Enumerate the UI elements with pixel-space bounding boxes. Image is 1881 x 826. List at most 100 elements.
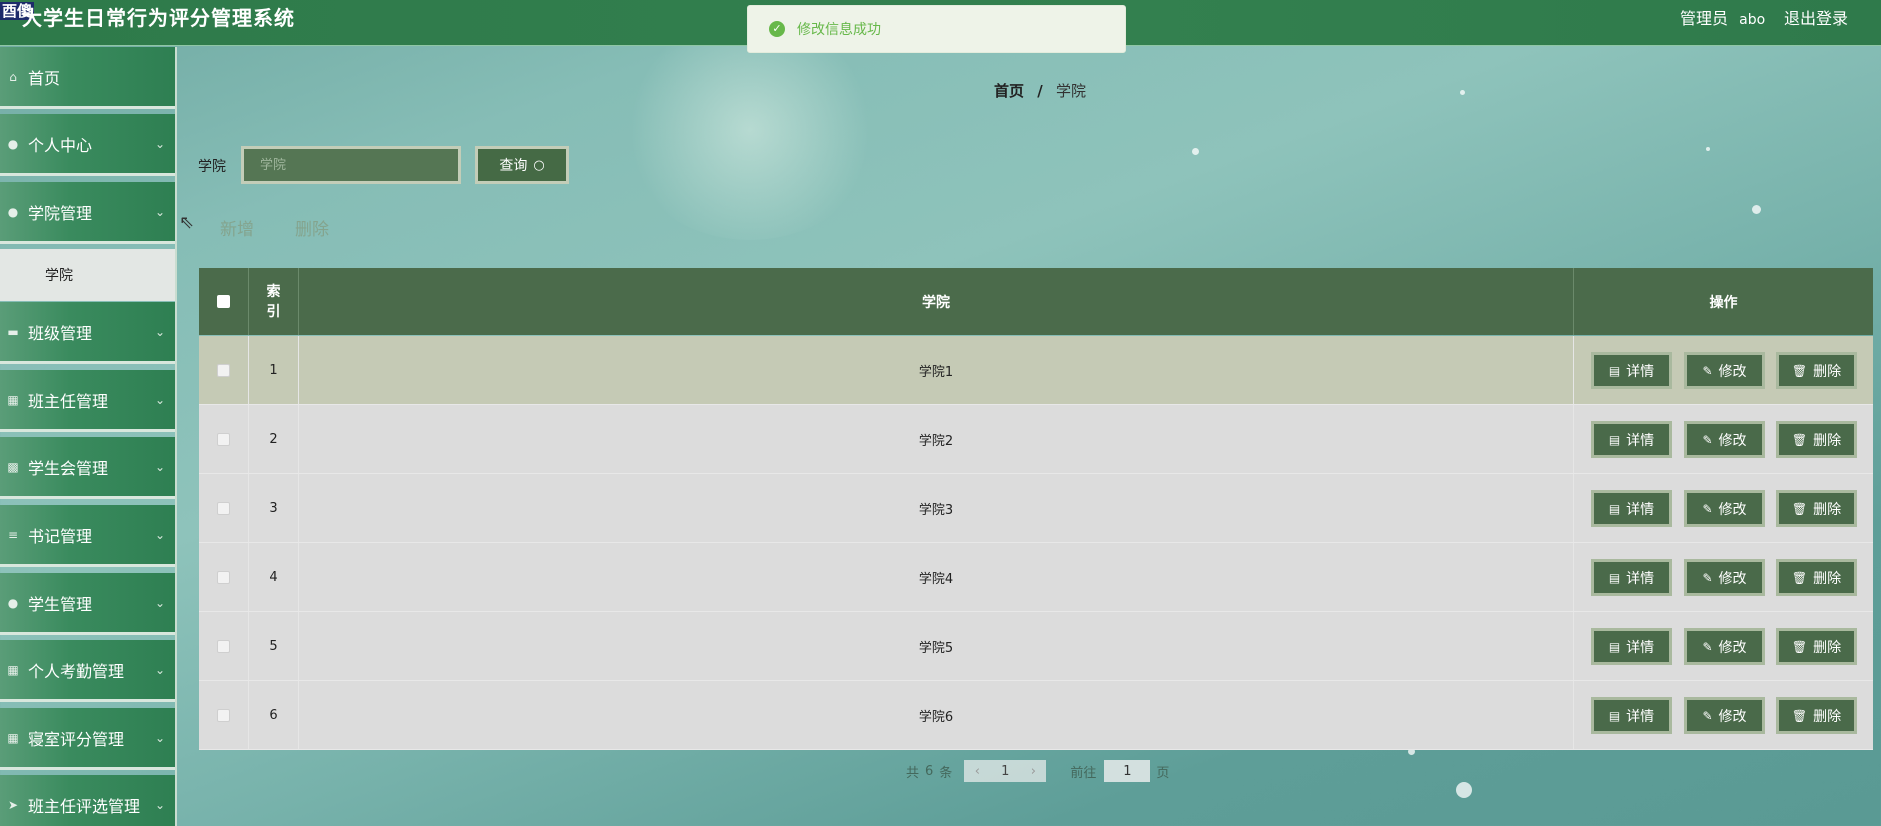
edit-label: 修改 — [1718, 501, 1747, 518]
detail-button[interactable]: ▤ 详情 — [1591, 490, 1672, 527]
row-checkbox[interactable] — [217, 570, 230, 584]
add-button[interactable]: 新增 — [220, 215, 254, 240]
detail-label: 详情 — [1626, 708, 1655, 725]
sidebar-item-label: 学院管理 — [28, 203, 93, 223]
trash-icon: 🗑 — [1791, 708, 1808, 723]
chevron-down-icon: ⌄ — [154, 392, 165, 407]
sidebar-item-head-teacher-management[interactable]: ▦ 班主任管理 ⌄ — [0, 370, 175, 432]
sidebar-subitem-college[interactable]: 学院 — [0, 249, 175, 301]
chevron-down-icon: ⌄ — [154, 459, 165, 474]
delete-button[interactable]: 🗑 删除 — [1776, 490, 1857, 527]
goto-page-input[interactable] — [1104, 760, 1151, 782]
detail-button[interactable]: ▤ 详情 — [1591, 697, 1672, 734]
detail-button[interactable]: ▤ 详情 — [1591, 559, 1672, 596]
batch-delete-button[interactable]: 删除 — [295, 215, 329, 240]
user-icon: ● — [7, 595, 19, 610]
trash-icon: 🗑 — [1791, 570, 1808, 585]
sidebar-item-head-teacher-selection[interactable]: ➤ 班主任评选管理 ⌄ — [0, 775, 175, 826]
row-checkbox[interactable] — [217, 639, 230, 653]
sidebar-item-profile[interactable]: ● 个人中心 ⌄ — [0, 114, 175, 176]
sidebar-item-label: 学生管理 — [28, 594, 93, 614]
sidebar-item-dorm-score-management[interactable]: ▦ 寝室评分管理 ⌄ — [0, 708, 175, 770]
edit-label: 修改 — [1718, 363, 1747, 380]
sidebar-item-secretary-management[interactable]: ≡ 书记管理 ⌄ — [0, 505, 175, 567]
document-icon: ▤ — [1608, 363, 1621, 378]
detail-button[interactable]: ▤ 详情 — [1591, 421, 1672, 458]
background-glow — [620, 20, 880, 240]
chevron-down-icon: ⌄ — [154, 730, 165, 745]
delete-button[interactable]: 🗑 删除 — [1776, 352, 1857, 389]
edit-icon: ✎ — [1702, 363, 1713, 378]
sidebar-item-student-management[interactable]: ● 学生管理 ⌄ — [0, 573, 175, 635]
table-row[interactable]: 4 学院4 ▤ 详情 ✎ 修改 🗑 删除 — [199, 543, 1873, 612]
breadcrumb-home[interactable]: 首页 — [994, 82, 1024, 100]
pagination: 共 6 条 ‹ 1 › 前往 页 — [906, 760, 1169, 782]
college-search-input[interactable] — [241, 146, 461, 184]
logout-button[interactable]: 退出登录 — [1784, 5, 1848, 29]
table-row[interactable]: 3 学院3 ▤ 详情 ✎ 修改 🗑 删除 — [199, 474, 1873, 543]
document-icon: ▤ — [1608, 639, 1621, 654]
table-row[interactable]: 5 学院5 ▤ 详情 ✎ 修改 🗑 删除 — [199, 612, 1873, 681]
edit-icon: ✎ — [1702, 432, 1713, 447]
delete-button[interactable]: 🗑 删除 — [1776, 697, 1857, 734]
edit-button[interactable]: ✎ 修改 — [1684, 490, 1765, 527]
search-button-label: 查询 — [499, 158, 528, 174]
detail-label: 详情 — [1626, 432, 1655, 449]
sidebar-item-label: 班主任评选管理 — [28, 796, 141, 816]
prev-page-button[interactable]: ‹ — [964, 760, 991, 782]
edit-button[interactable]: ✎ 修改 — [1684, 697, 1765, 734]
grid-icon: ▦ — [7, 730, 19, 745]
trash-icon: 🗑 — [1791, 639, 1808, 654]
row-college: 学院4 — [299, 543, 1574, 611]
edit-label: 修改 — [1718, 708, 1747, 725]
row-college: 学院6 — [299, 681, 1574, 749]
edit-label: 修改 — [1718, 570, 1747, 587]
row-checkbox[interactable] — [217, 432, 230, 446]
edit-button[interactable]: ✎ 修改 — [1684, 559, 1765, 596]
sidebar-item-student-union-management[interactable]: ▩ 学生会管理 ⌄ — [0, 437, 175, 499]
sidebar-item-label: 学生会管理 — [28, 458, 109, 478]
search-button[interactable]: 查询 ○ — [475, 146, 569, 184]
user-role: 管理员 — [1680, 9, 1729, 28]
sidebar-item-home[interactable]: ⌂ 首页 — [0, 47, 175, 109]
edit-button[interactable]: ✎ 修改 — [1684, 352, 1765, 389]
table-row[interactable]: 2 学院2 ▤ 详情 ✎ 修改 🗑 删除 — [199, 405, 1873, 474]
edit-icon: ✎ — [1702, 501, 1713, 516]
row-select-cell — [199, 405, 249, 473]
next-page-button[interactable]: › — [1020, 760, 1047, 782]
header-index: 索 引 — [249, 268, 299, 335]
breadcrumb: 首页 / 学院 — [994, 80, 1086, 101]
select-all-checkbox[interactable] — [217, 295, 230, 308]
table-row[interactable]: 6 学院6 ▤ 详情 ✎ 修改 🗑 删除 — [199, 681, 1873, 750]
row-select-cell — [199, 612, 249, 680]
row-checkbox[interactable] — [217, 708, 230, 722]
page-number[interactable]: 1 — [990, 760, 1021, 782]
detail-label: 详情 — [1626, 639, 1655, 656]
row-college: 学院3 — [299, 474, 1574, 542]
delete-button[interactable]: 🗑 删除 — [1776, 628, 1857, 665]
edit-button[interactable]: ✎ 修改 — [1684, 628, 1765, 665]
row-checkbox[interactable] — [217, 501, 230, 515]
detail-button[interactable]: ▤ 详情 — [1591, 352, 1672, 389]
delete-button[interactable]: 🗑 删除 — [1776, 421, 1857, 458]
sidebar-item-label: 个人中心 — [28, 135, 93, 155]
sidebar-item-attendance-management[interactable]: ▦ 个人考勤管理 ⌄ — [0, 640, 175, 702]
edit-button[interactable]: ✎ 修改 — [1684, 421, 1765, 458]
user-info: 管理员 abo — [1680, 5, 1765, 29]
goto-prefix: 前往 — [1070, 765, 1097, 781]
username: abo — [1739, 12, 1766, 28]
row-checkbox[interactable] — [217, 363, 230, 377]
delete-label: 删除 — [1813, 432, 1842, 449]
detail-button[interactable]: ▤ 详情 — [1591, 628, 1672, 665]
chevron-down-icon: ⌄ — [154, 527, 165, 542]
sidebar-item-class-management[interactable]: ▬ 班级管理 ⌄ — [0, 302, 175, 364]
sidebar-item-college-management[interactable]: ● 学院管理 ⌄ — [0, 182, 175, 244]
delete-button[interactable]: 🗑 删除 — [1776, 559, 1857, 596]
table-row[interactable]: 1 学院1 ▤ 详情 ✎ 修改 🗑 删除 — [199, 336, 1873, 405]
row-select-cell — [199, 474, 249, 542]
picture-icon: ▩ — [7, 459, 19, 474]
sidebar-item-label: 首页 — [28, 68, 61, 88]
chevron-down-icon: ⌄ — [154, 324, 165, 339]
send-icon: ➤ — [7, 797, 19, 812]
row-college: 学院5 — [299, 612, 1574, 680]
